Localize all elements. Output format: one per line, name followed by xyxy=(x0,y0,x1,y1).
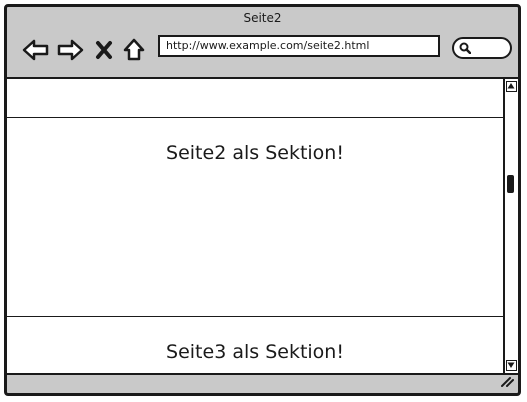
search-field[interactable] xyxy=(452,37,512,59)
home-button[interactable] xyxy=(121,35,147,65)
section-heading: Seite2 als Sektion! xyxy=(166,142,344,164)
page-content: Seite2 als Sektion! Seite3 als Sektion! xyxy=(7,77,518,375)
triangle-down-icon xyxy=(507,362,515,368)
resize-handle[interactable] xyxy=(500,372,514,391)
browser-window: Seite2 http://www.example.com/seite2.htm… xyxy=(4,4,521,396)
scroll-up-button[interactable] xyxy=(506,81,517,92)
back-button[interactable] xyxy=(21,35,51,65)
section-divider xyxy=(7,117,503,118)
search-icon xyxy=(459,42,471,54)
resize-grip-icon xyxy=(501,377,514,387)
vertical-scrollbar[interactable] xyxy=(503,79,518,373)
back-arrow-icon xyxy=(22,39,49,61)
triangle-up-icon xyxy=(507,83,515,89)
scroll-thumb[interactable] xyxy=(507,175,514,193)
section-divider xyxy=(7,316,503,317)
close-icon xyxy=(96,41,112,59)
forward-button[interactable] xyxy=(55,35,85,65)
scroll-down-button[interactable] xyxy=(506,360,517,371)
home-icon xyxy=(123,38,145,61)
stop-button[interactable] xyxy=(93,35,115,65)
address-bar[interactable]: http://www.example.com/seite2.html xyxy=(158,35,440,57)
forward-arrow-icon xyxy=(57,39,84,61)
window-title: Seite2 xyxy=(243,11,282,25)
section-heading: Seite3 als Sektion! xyxy=(166,341,344,363)
